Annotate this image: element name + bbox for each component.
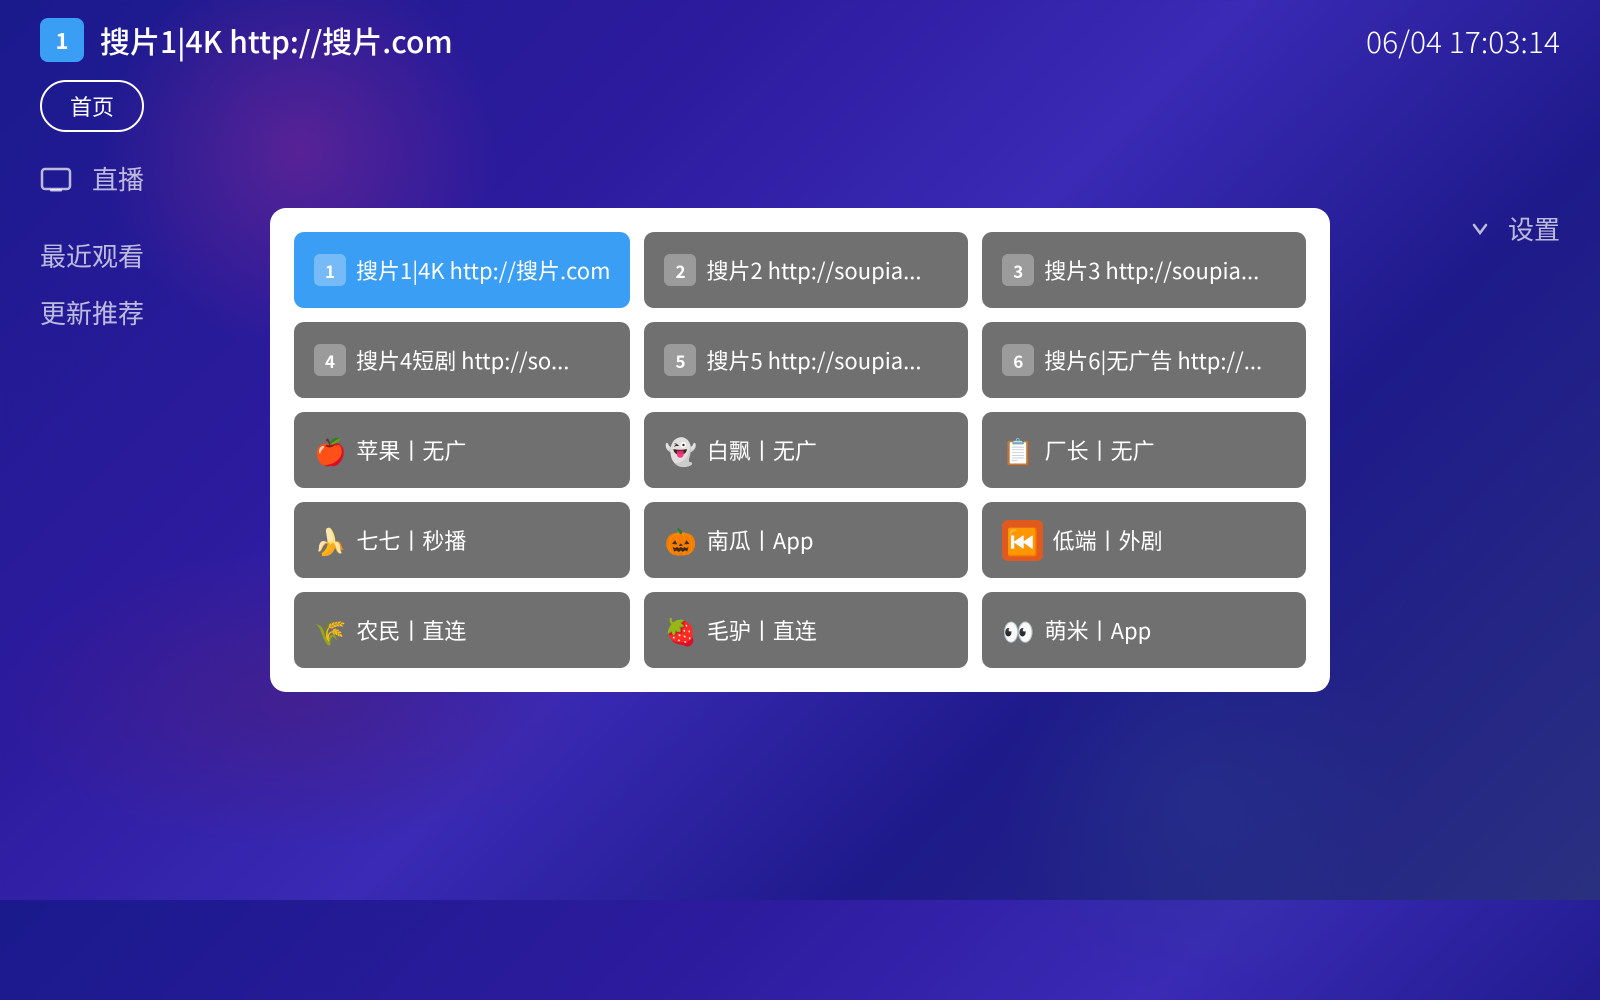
source-emoji-11: 🎃	[664, 522, 696, 559]
source-button-5[interactable]: 5 搜片5 http://soupia...	[644, 322, 968, 398]
source-button-11[interactable]: 🎃 南瓜丨App	[644, 502, 968, 578]
source-emoji-13: 🌾	[314, 612, 346, 649]
source-button-13[interactable]: 🌾 农民丨直连	[294, 592, 630, 668]
source-selection-dialog: 1 搜片1|4K http://搜片.com 2 搜片2 http://soup…	[270, 208, 1330, 692]
source-button-7[interactable]: 🍎 苹果丨无广	[294, 412, 630, 488]
source-label-1: 搜片1|4K http://搜片.com	[356, 254, 610, 286]
source-label-8: 白飘丨无广	[707, 434, 817, 466]
source-label-6: 搜片6|无广告 http://...	[1044, 344, 1262, 376]
source-label-13: 农民丨直连	[356, 614, 466, 646]
source-badge-1: 1	[314, 254, 346, 286]
source-label-3: 搜片3 http://soupia...	[1044, 254, 1259, 286]
source-badge-2: 2	[664, 254, 696, 286]
source-label-5: 搜片5 http://soupia...	[706, 344, 921, 376]
source-label-10: 七七丨秒播	[356, 524, 466, 556]
source-button-14[interactable]: 🍓 毛驴丨直连	[644, 592, 968, 668]
source-badge-3: 3	[1002, 254, 1034, 286]
modal-overlay: 1 搜片1|4K http://搜片.com 2 搜片2 http://soup…	[0, 0, 1600, 900]
source-button-3[interactable]: 3 搜片3 http://soupia...	[982, 232, 1306, 308]
source-button-12[interactable]: ⏮️ 低端丨外剧	[982, 502, 1306, 578]
source-button-4[interactable]: 4 搜片4短剧 http://so...	[294, 322, 630, 398]
source-emoji-12: ⏮️	[1002, 520, 1042, 561]
source-emoji-7: 🍎	[314, 432, 346, 469]
source-emoji-9: 📋	[1002, 432, 1034, 469]
source-button-2[interactable]: 2 搜片2 http://soupia...	[644, 232, 968, 308]
source-label-2: 搜片2 http://soupia...	[706, 254, 921, 286]
source-button-6[interactable]: 6 搜片6|无广告 http://...	[982, 322, 1306, 398]
source-badge-5: 5	[664, 344, 696, 376]
source-label-12: 低端丨外剧	[1053, 524, 1163, 556]
source-label-15: 萌米丨App	[1045, 614, 1152, 646]
source-badge-4: 4	[314, 344, 346, 376]
source-label-7: 苹果丨无广	[356, 434, 466, 466]
source-emoji-15: 👀	[1002, 612, 1034, 649]
source-button-8[interactable]: 👻 白飘丨无广	[644, 412, 968, 488]
source-label-11: 南瓜丨App	[707, 524, 814, 556]
source-emoji-10: 🍌	[314, 522, 346, 559]
source-button-1[interactable]: 1 搜片1|4K http://搜片.com	[294, 232, 630, 308]
source-button-15[interactable]: 👀 萌米丨App	[982, 592, 1306, 668]
source-label-9: 厂长丨无广	[1045, 434, 1155, 466]
source-label-14: 毛驴丨直连	[707, 614, 817, 646]
source-emoji-14: 🍓	[664, 612, 696, 649]
source-label-4: 搜片4短剧 http://so...	[356, 344, 569, 376]
source-emoji-8: 👻	[664, 432, 696, 469]
source-button-10[interactable]: 🍌 七七丨秒播	[294, 502, 630, 578]
source-badge-6: 6	[1002, 344, 1034, 376]
source-button-9[interactable]: 📋 厂长丨无广	[982, 412, 1306, 488]
